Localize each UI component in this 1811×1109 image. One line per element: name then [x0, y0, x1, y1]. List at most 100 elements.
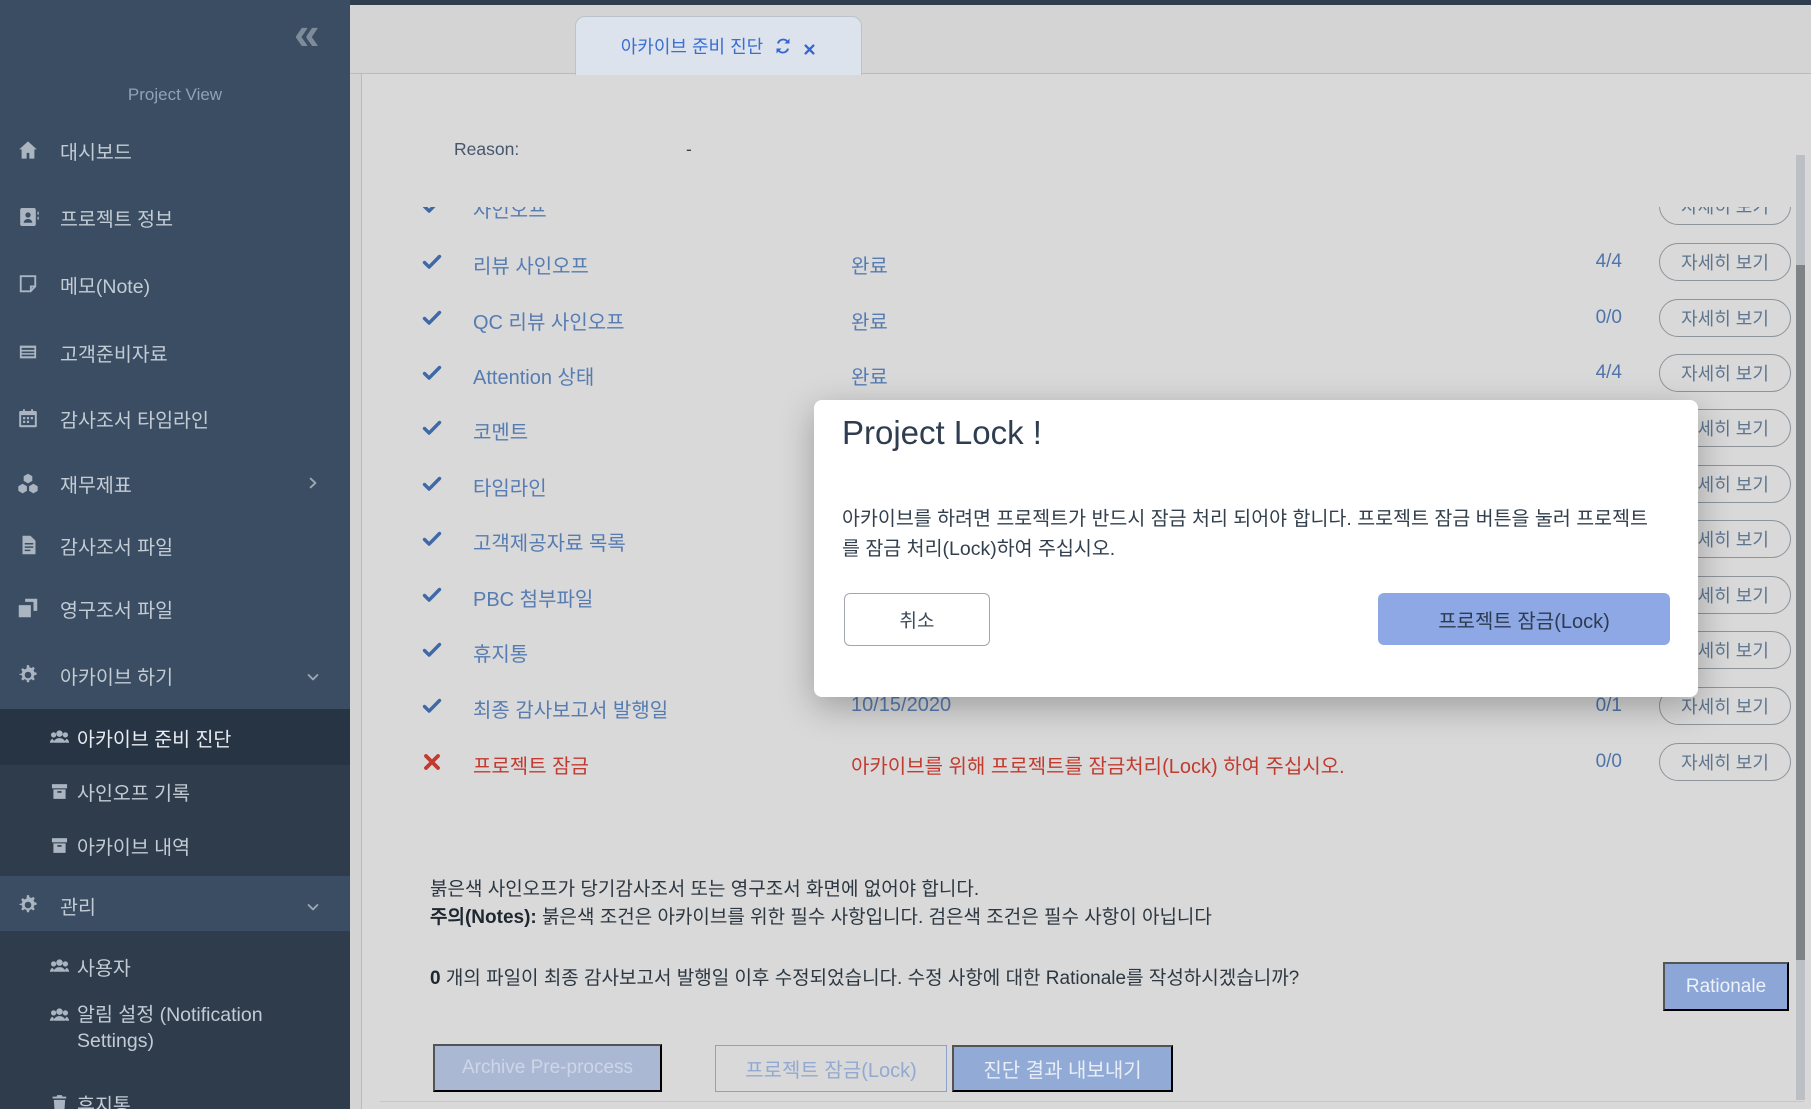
sidebar: « Project View 대시보드 프로젝트 정보 메모(Note) 고객준…	[0, 0, 350, 1109]
detail-button[interactable]: 자세히 보기	[1659, 243, 1791, 281]
sidebar-item-label: 재무제표	[60, 469, 132, 498]
sidebar-item-label: 메모(Note)	[60, 270, 150, 299]
trash-icon	[49, 1093, 70, 1109]
rationale-question: 0 개의 파일이 최종 감사보고서 발행일 이후 수정되었습니다. 수정 사항에…	[430, 963, 1299, 990]
notes-line2-rest: 붉은색 조건은 아카이브를 위한 필수 사항입니다. 검은색 조건은 필수 사항…	[537, 907, 1212, 928]
tab-archive-readiness[interactable]: 아카이브 준비 진단	[575, 16, 862, 75]
project-lock-modal: Project Lock ! 아카이브를 하려면 프로젝트가 반드시 잠금 처리…	[814, 400, 1698, 697]
reason-value: -	[686, 139, 692, 160]
chevron-down-icon	[305, 899, 321, 915]
sidebar-item-archive-readiness[interactable]: 아카이브 준비 진단	[0, 717, 350, 757]
detail-button[interactable]: 자세히 보기	[1659, 299, 1791, 337]
sidebar-item-users[interactable]: 사용자	[0, 946, 350, 986]
check-icon	[422, 363, 442, 383]
check-icon	[422, 585, 442, 605]
rationale-question-text: 개의 파일이 최종 감사보고서 발행일 이후 수정되었습니다. 수정 사항에 대…	[441, 968, 1300, 989]
tab-label: 아카이브 준비 진단	[621, 33, 763, 59]
archive-box-icon	[49, 781, 70, 802]
checklist-row-error: 프로젝트 잠금 아카이브를 위해 프로젝트를 잠금처리(Lock) 하여 주십시…	[361, 743, 1811, 781]
sidebar-item-label: 고객준비자료	[60, 338, 168, 367]
sidebar-item-label: 프로젝트 정보	[60, 203, 173, 232]
sidebar-item-archive-section[interactable]: 아카이브 하기	[0, 655, 350, 695]
sidebar-item-audit-files[interactable]: 감사조서 파일	[0, 525, 350, 565]
cubes-icon	[17, 472, 39, 494]
archive-box-icon	[49, 835, 70, 856]
detail-button[interactable]: 자세히 보기	[1659, 743, 1791, 781]
check-icon	[422, 529, 442, 549]
calendar-icon	[17, 407, 39, 429]
users-icon	[49, 727, 70, 748]
sidebar-item-financial-statements[interactable]: 재무제표	[0, 463, 350, 503]
checklist-row: 사인오프 - 자세히 보기	[361, 207, 1811, 225]
archive-preprocess-button[interactable]: Archive Pre-process	[433, 1044, 662, 1092]
check-icon	[422, 474, 442, 494]
sidebar-item-label: 아카이브 내역	[77, 831, 190, 860]
sidebar-item-label: 사인오프 기록	[77, 777, 190, 806]
modal-cancel-button[interactable]: 취소	[844, 593, 990, 646]
sidebar-item-label: 관리	[60, 891, 96, 920]
users-icon	[49, 1005, 70, 1026]
modal-body-text: 아카이브를 하려면 프로젝트가 반드시 잠금 처리 되어야 합니다. 프로젝트 …	[842, 504, 1660, 564]
chevron-right-icon	[305, 475, 321, 491]
note-icon	[17, 273, 39, 295]
home-icon	[17, 139, 39, 161]
checklist-row: QC 리뷰 사인오프 완료 0/0 자세히 보기	[361, 299, 1811, 337]
sidebar-item-project-info[interactable]: 프로젝트 정보	[0, 197, 350, 237]
check-icon	[422, 640, 442, 660]
sidebar-item-notification-settings[interactable]: 알림 설정 (Notification Settings)	[0, 1002, 350, 1054]
sidebar-item-label: 휴지통	[77, 1089, 131, 1109]
sidebar-item-trash[interactable]: 휴지통	[0, 1083, 350, 1109]
notes-line2-bold: 주의(Notes):	[430, 907, 537, 928]
app-window: « Project View 대시보드 프로젝트 정보 메모(Note) 고객준…	[0, 0, 1811, 1109]
check-icon	[422, 696, 442, 716]
sidebar-item-timeline[interactable]: 감사조서 타임라인	[0, 398, 350, 438]
footer-divider	[380, 1101, 1804, 1102]
sidebar-item-label: 감사조서 타임라인	[60, 404, 209, 433]
sidebar-collapse-icon[interactable]: «	[294, 10, 320, 56]
sidebar-item-client-materials[interactable]: 고객준비자료	[0, 332, 350, 372]
reason-label: Reason:	[454, 139, 519, 160]
users-icon	[49, 956, 70, 977]
gear-icon	[17, 894, 39, 916]
check-icon	[422, 207, 442, 216]
check-icon	[422, 252, 442, 272]
check-icon	[422, 308, 442, 328]
sidebar-item-label: 대시보드	[60, 136, 132, 165]
x-icon	[422, 752, 442, 772]
detail-button[interactable]: 자세히 보기	[1659, 207, 1791, 225]
project-lock-button[interactable]: 프로젝트 잠금(Lock)	[715, 1045, 947, 1092]
clone-icon	[17, 597, 39, 619]
rationale-count: 0	[430, 968, 441, 989]
sidebar-item-archive-history[interactable]: 아카이브 내역	[0, 825, 350, 865]
rationale-button[interactable]: Rationale	[1663, 962, 1789, 1011]
sidebar-item-label: 아카이브 준비 진단	[77, 723, 231, 752]
sidebar-item-dashboard[interactable]: 대시보드	[0, 130, 350, 170]
sidebar-item-label: 감사조서 파일	[60, 531, 173, 560]
sidebar-item-signoff-records[interactable]: 사인오프 기록	[0, 771, 350, 811]
list-icon	[17, 341, 39, 363]
tab-bar	[350, 5, 1811, 74]
checklist-row: 리뷰 사인오프 완료 4/4 자세히 보기	[361, 243, 1811, 281]
checklist-row: Attention 상태 완료 4/4 자세히 보기	[361, 354, 1811, 392]
sidebar-item-permanent-files[interactable]: 영구조서 파일	[0, 588, 350, 628]
address-book-icon	[17, 206, 39, 228]
sidebar-item-label: 알림 설정 (Notification Settings)	[77, 1002, 312, 1054]
check-icon	[422, 418, 442, 438]
file-icon	[17, 534, 39, 556]
close-icon[interactable]	[803, 40, 816, 53]
modal-confirm-lock-button[interactable]: 프로젝트 잠금(Lock)	[1378, 593, 1670, 645]
notes-line1: 붉은색 사인오프가 당기감사조서 또는 영구조서 화면에 없어야 합니다.	[430, 874, 979, 901]
sidebar-item-memo[interactable]: 메모(Note)	[0, 264, 350, 304]
sidebar-item-label: 영구조서 파일	[60, 594, 173, 623]
chevron-down-icon	[305, 669, 321, 685]
modal-title: Project Lock !	[842, 414, 1042, 452]
sidebar-header: Project View	[0, 85, 350, 105]
refresh-icon[interactable]	[775, 38, 791, 54]
export-result-button[interactable]: 진단 결과 내보내기	[952, 1045, 1173, 1092]
gear-icon	[17, 664, 39, 686]
scrollbar-thumb[interactable]	[1796, 265, 1805, 960]
sidebar-item-admin-section[interactable]: 관리	[0, 885, 350, 925]
detail-button[interactable]: 자세히 보기	[1659, 354, 1791, 392]
sidebar-item-label: 사용자	[77, 952, 131, 981]
sidebar-item-label: 아카이브 하기	[60, 661, 173, 690]
